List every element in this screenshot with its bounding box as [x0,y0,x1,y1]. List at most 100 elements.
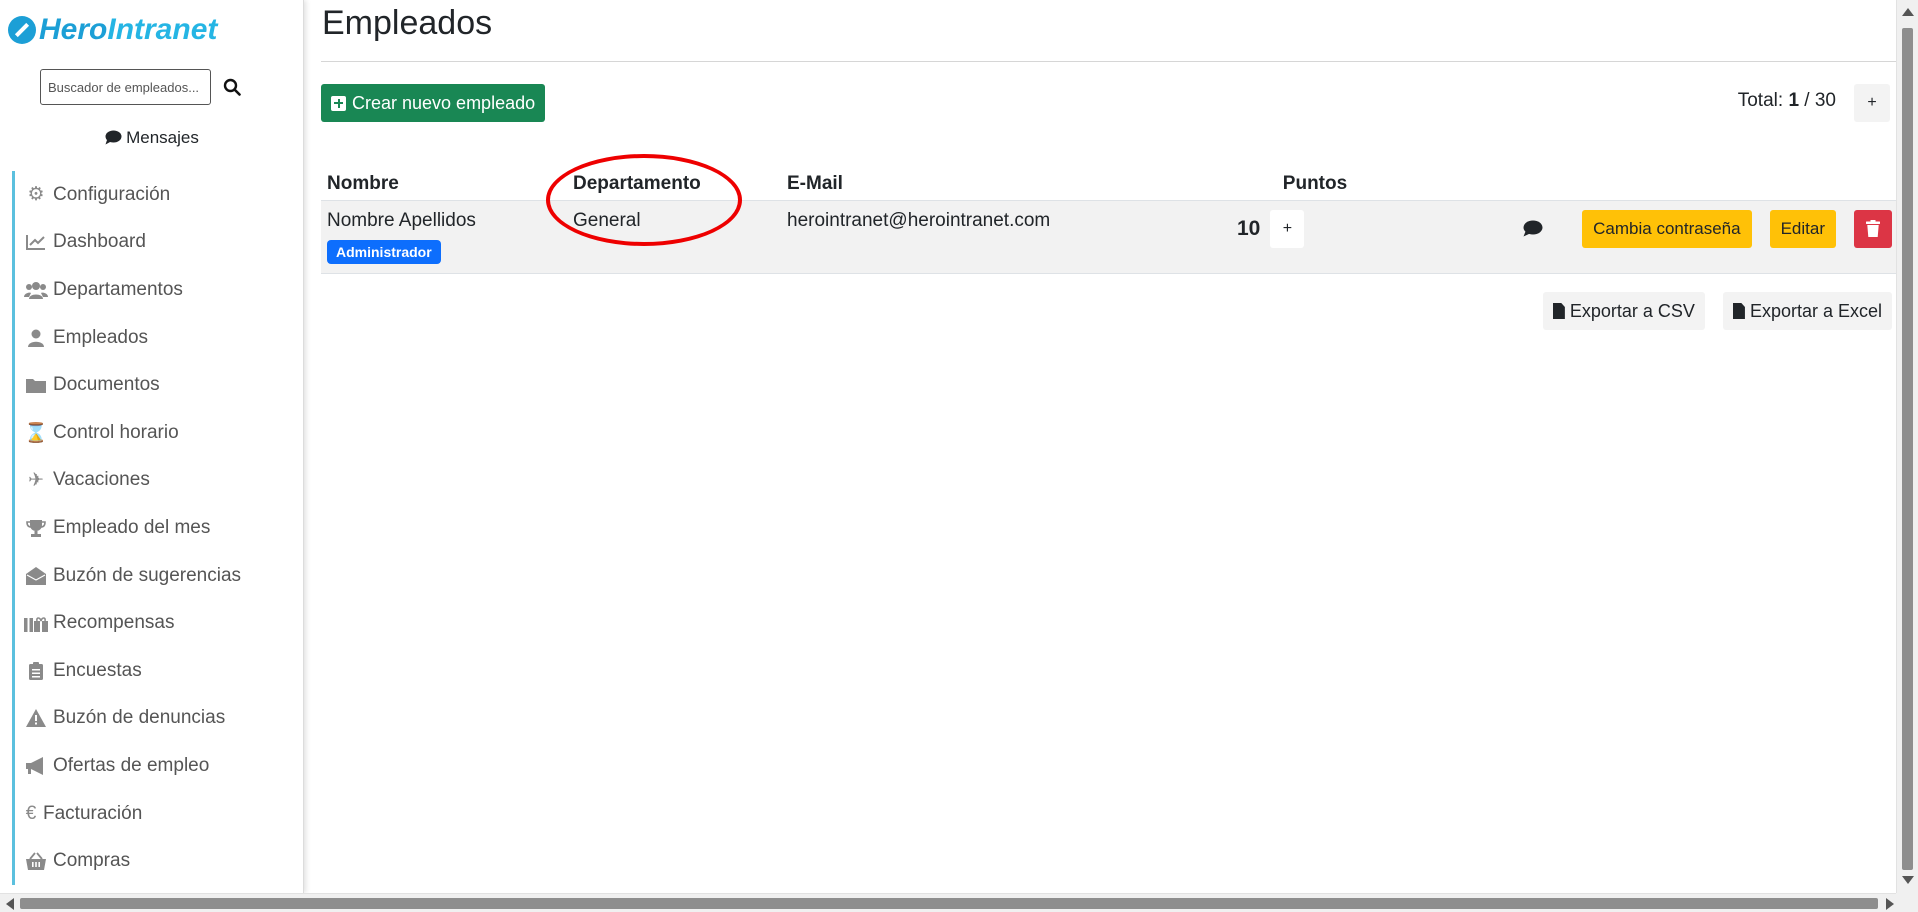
sidebar-item-facturacion[interactable]: € Facturación [12,789,303,838]
sidebar-item-label: Empleado del mes [53,516,211,538]
vertical-scroll-thumb[interactable] [1902,28,1913,870]
employee-email: herointranet@herointranet.com [787,209,1051,231]
brand-logo[interactable]: HeroIntranet [8,10,217,50]
sidebar-item-encuestas[interactable]: Encuestas [12,646,303,695]
employee-search [40,69,247,105]
sidebar-item-label: Configuración [53,183,171,205]
file-excel-icon [1732,303,1745,319]
clipboard-list-icon [24,661,48,681]
employee-total: Total: 1 / 30 [1738,90,1836,112]
sidebar-item-dashboard[interactable]: Dashboard [12,218,303,267]
warning-icon [24,708,48,728]
sidebar-item-label: Ofertas de empleo [53,754,210,776]
sidebar-item-label: Empleados [53,326,149,348]
cell-puntos: 10 + [1237,199,1390,274]
column-header-actions [1390,164,1896,200]
add-points-button[interactable]: + [1270,209,1305,248]
sidebar-item-buzon-denuncias[interactable]: Buzón de denuncias [12,694,303,743]
delete-button[interactable] [1854,209,1892,248]
plus-square-icon [331,95,346,111]
increase-limit-button[interactable]: + [1854,84,1890,122]
sidebar-item-configuracion[interactable]: ⚙ Configuración [12,171,303,219]
euro-icon: € [25,802,37,824]
create-employee-button[interactable]: Crear nuevo empleado [321,84,546,122]
vertical-scrollbar[interactable] [1896,0,1918,893]
sidebar-item-label: Recompensas [53,612,175,634]
search-input[interactable] [40,69,211,105]
megaphone-icon [24,756,48,776]
sidebar-item-recompensas[interactable]: Recompensas [12,599,303,647]
sidebar-item-departamentos[interactable]: Departamentos [12,266,303,314]
export-actions: Exportar a CSV Exportar a Excel [1542,292,1892,330]
cell-nombre: Nombre Apellidos Administrador [321,199,567,274]
export-csv-label: Exportar a CSV [1569,300,1695,321]
sidebar-item-empleado-del-mes[interactable]: Empleado del mes [12,504,303,552]
sidebar-item-label: Dashboard [53,231,146,253]
scroll-right-icon[interactable] [1886,898,1894,910]
sidebar-item-compras[interactable]: Compras [12,837,303,885]
trash-icon [1866,220,1880,237]
page-title: Empleados [322,4,493,42]
scroll-up-icon[interactable] [1902,8,1914,16]
cell-email: herointranet@herointranet.com [781,199,1240,274]
horizontal-scrollbar[interactable] [0,893,1918,912]
scroll-left-icon[interactable] [6,898,14,910]
employees-table: Nombre Departamento E-Mail Puntos Nombre… [321,164,1896,274]
total-current: 1 [1788,90,1800,111]
logo-text-intranet: Intranet [107,13,218,46]
logo-text-hero: Hero [39,13,108,46]
column-header-puntos[interactable]: Puntos [1240,164,1390,200]
gear-icon: ⚙ [27,184,45,206]
create-employee-label: Crear nuevo empleado [352,92,536,113]
export-excel-label: Exportar a Excel [1749,300,1882,321]
change-password-button[interactable]: Cambia contraseña [1582,209,1752,248]
scrollbar-corner [1896,893,1918,912]
edit-button[interactable]: Editar [1769,209,1836,248]
table-header-row: Nombre Departamento E-Mail Puntos [321,164,1896,200]
cell-actions: Cambia contraseña Editar [1390,199,1896,274]
search-icon [223,78,241,96]
messages-link[interactable]: Mensajes [0,128,303,150]
sidebar-item-empleados[interactable]: Empleados [12,313,303,362]
employee-name[interactable]: Nombre Apellidos [327,210,561,232]
row-actions: Cambia contraseña Editar [1396,209,1892,248]
sidebar-item-buzon-sugerencias[interactable]: Buzón de sugerencias [12,551,303,600]
column-header-departamento[interactable]: Departamento [567,164,781,200]
sidebar-item-label: Documentos [53,374,160,396]
search-button[interactable] [217,69,247,105]
sidebar-item-ofertas-empleo[interactable]: Ofertas de empleo [12,742,303,790]
scroll-down-icon[interactable] [1902,876,1914,884]
cell-departamento: General [567,199,781,274]
sidebar-item-documentos[interactable]: Documentos [12,361,303,409]
file-csv-icon [1552,303,1565,319]
sidebar-item-label: Facturación [43,802,143,824]
export-excel-button[interactable]: Exportar a Excel [1722,292,1892,330]
column-header-email[interactable]: E-Mail [781,164,1240,200]
sidebar-item-label: Compras [53,850,131,872]
comment-icon [105,130,122,150]
column-header-nombre[interactable]: Nombre [321,164,567,200]
sidebar-item-control-horario[interactable]: ⌛ Control horario [12,408,303,457]
horizontal-scroll-thumb[interactable] [20,898,1878,909]
trophy-icon [24,518,48,538]
chart-line-icon [24,232,48,252]
app-window: HeroIntranet Mensajes ⚙ Configuración [0,0,1918,912]
messages-label: Mensajes [126,128,199,147]
title-divider [321,61,1896,62]
users-icon [24,280,48,300]
sidebar-nav: ⚙ Configuración Dashboard Departamentos [12,171,303,885]
export-csv-button[interactable]: Exportar a CSV [1542,292,1705,330]
total-max: 30 [1814,90,1836,111]
envelope-open-icon [24,566,48,586]
sidebar-item-vacaciones[interactable]: ✈ Vacaciones [12,456,303,505]
gifts-icon [24,613,48,633]
employee-points: 10 [1237,216,1261,240]
logo-text: HeroIntranet [39,15,217,45]
main-content: Empleados Crear nuevo empleado Total: 1 … [304,0,1896,893]
sidebar-item-label: Vacaciones [53,469,150,491]
user-icon [24,328,48,348]
role-badge: Administrador [327,239,441,264]
plane-icon: ✈ [28,469,44,491]
sidebar-item-label: Control horario [53,421,179,443]
send-message-button[interactable] [1518,210,1548,248]
